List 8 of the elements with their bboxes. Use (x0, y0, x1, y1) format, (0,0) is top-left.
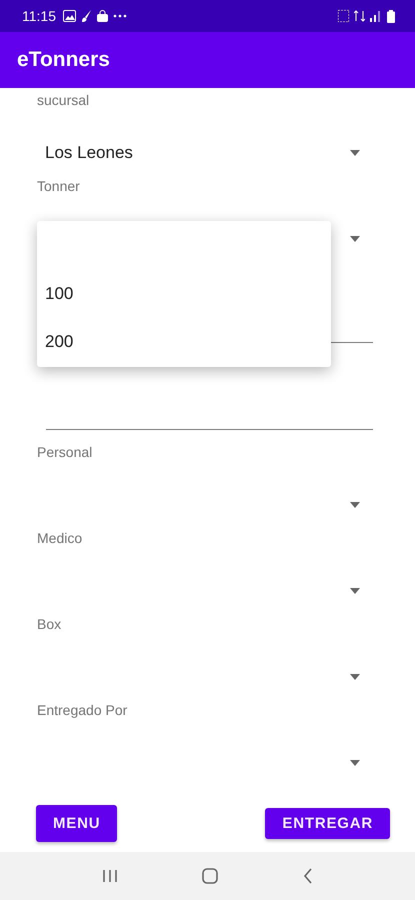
field-label: Medico (37, 529, 82, 547)
field-label: Box (37, 615, 62, 633)
field-label: Personal (37, 443, 92, 461)
status-time: 11:15 (22, 8, 56, 24)
app-title: eTonners (17, 48, 110, 72)
field-label: sucursal (37, 91, 90, 109)
field-label: Entregado Por (37, 701, 128, 719)
field-label: Tonner (37, 177, 80, 195)
